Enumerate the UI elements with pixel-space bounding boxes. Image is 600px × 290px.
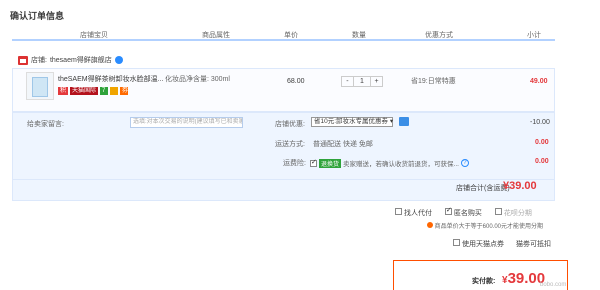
anonymous-label: 匿名购买 [453, 210, 482, 217]
shop-discount-amount: -10.00 [530, 119, 550, 126]
shipping-method: 普通配送 快递 免邮 [313, 141, 373, 148]
installment-note: 商品单价大于等于600.00元才能使用分期 [427, 221, 543, 230]
page-title: 确认订单信息 [10, 11, 65, 21]
seven-day-return-badge: 7 [100, 87, 109, 95]
coin-label: 使用天猫点券 [461, 241, 504, 248]
shop-icon [18, 55, 28, 65]
help-icon[interactable]: ? [460, 159, 469, 167]
chat-icon[interactable] [114, 56, 123, 64]
insurance-label: 运费险: [283, 160, 306, 167]
divider [12, 179, 555, 180]
insurance-amount: 0.00 [535, 158, 549, 165]
qty-minus-button[interactable]: - [342, 77, 353, 86]
coin-checkbox[interactable] [453, 239, 460, 246]
guarantee-badge [110, 87, 119, 95]
proxy-pay-checkbox[interactable] [395, 208, 402, 215]
pay-label: 实付款: [472, 278, 496, 285]
installment-option[interactable]: 花呗分期 [494, 208, 532, 218]
anonymous-option[interactable]: 匿名购买 [444, 206, 482, 218]
shop-total-value: ¥39.00 [503, 180, 537, 192]
product-badges: 积 天猫国际 7 券 [58, 87, 128, 95]
qty-input[interactable]: 1 [352, 77, 372, 86]
installment-checkbox[interactable] [494, 208, 502, 215]
shop-row: 店铺: thesaem得鲜旗舰店 [18, 55, 123, 65]
col-header-promotion: 优惠方式 [425, 32, 453, 39]
table-header: 店铺宝贝 商品属性 单价 数量 优惠方式 小计 [12, 27, 555, 41]
col-header-quantity: 数量 [352, 32, 366, 39]
product-thumbnail[interactable] [26, 72, 54, 100]
insurance-row: 退换货 卖家赠送，若确认收货前退货，可获保... ? [310, 158, 469, 168]
shop-name-link[interactable]: thesaem得鲜旗舰店 [50, 55, 112, 65]
insurance-checkbox[interactable] [310, 158, 317, 167]
col-header-property: 商品属性 [202, 32, 230, 39]
unit-price: 68.00 [287, 78, 305, 85]
shipping-label: 运送方式: [275, 141, 305, 148]
promotion-text: 省19:日常特惠 [411, 78, 456, 85]
memo-input[interactable]: 选填:对本次交易的说明(建议填写已和卖家协商一致的内容) [130, 117, 243, 128]
qty-plus-button[interactable]: + [371, 77, 382, 86]
shop-total-label: 店铺合计(含运费) [456, 185, 510, 192]
shop-discount-select[interactable]: 省10元:卸妆水专属优惠券 ▾ [311, 117, 393, 127]
warning-dot-icon [427, 222, 433, 228]
col-header-price: 单价 [284, 32, 298, 39]
points-badge: 积 [58, 87, 69, 95]
item-subtotal: 49.00 [530, 78, 548, 85]
installment-note-text: 商品单价大于等于600.00元才能使用分期 [434, 224, 544, 230]
insurance-badge: 退换货 [319, 158, 342, 168]
anonymous-checkbox[interactable] [444, 206, 452, 215]
coin-value: 猫劵可抵扣 [516, 241, 551, 248]
col-header-item: 店铺宝贝 [80, 32, 108, 39]
coin-option[interactable]: 使用天猫点券 [453, 239, 504, 249]
memo-label: 给卖家留言: [27, 121, 64, 128]
insurance-text: 卖家赠送，若确认收货前退货，可获保... [343, 161, 459, 168]
proxy-pay-label: 找人代付 [403, 210, 432, 217]
installment-label: 花呗分期 [503, 210, 532, 217]
quantity-stepper[interactable]: - 1 + [341, 76, 383, 87]
tmall-global-badge: 天猫国际 [70, 87, 99, 95]
watermark: bobo.com [540, 282, 567, 288]
shop-prefix: 店铺: [31, 57, 47, 64]
coupon-badge: 券 [120, 87, 129, 95]
payment-options: 找人代付 匿名购买 花呗分期 [395, 206, 532, 218]
coupon-icon [399, 117, 409, 126]
product-title-link[interactable]: theSAEM得鲜茶树卸妆水脸部温... [58, 74, 163, 84]
shipping-amount: 0.00 [535, 139, 549, 146]
product-property: 化妆品净含量: 300ml [165, 76, 230, 83]
col-header-subtotal: 小计 [527, 32, 541, 39]
pay-amount: ¥39.00 [502, 270, 545, 287]
proxy-pay-option[interactable]: 找人代付 [395, 208, 432, 218]
shop-discount-label: 店铺优惠: [275, 121, 305, 128]
